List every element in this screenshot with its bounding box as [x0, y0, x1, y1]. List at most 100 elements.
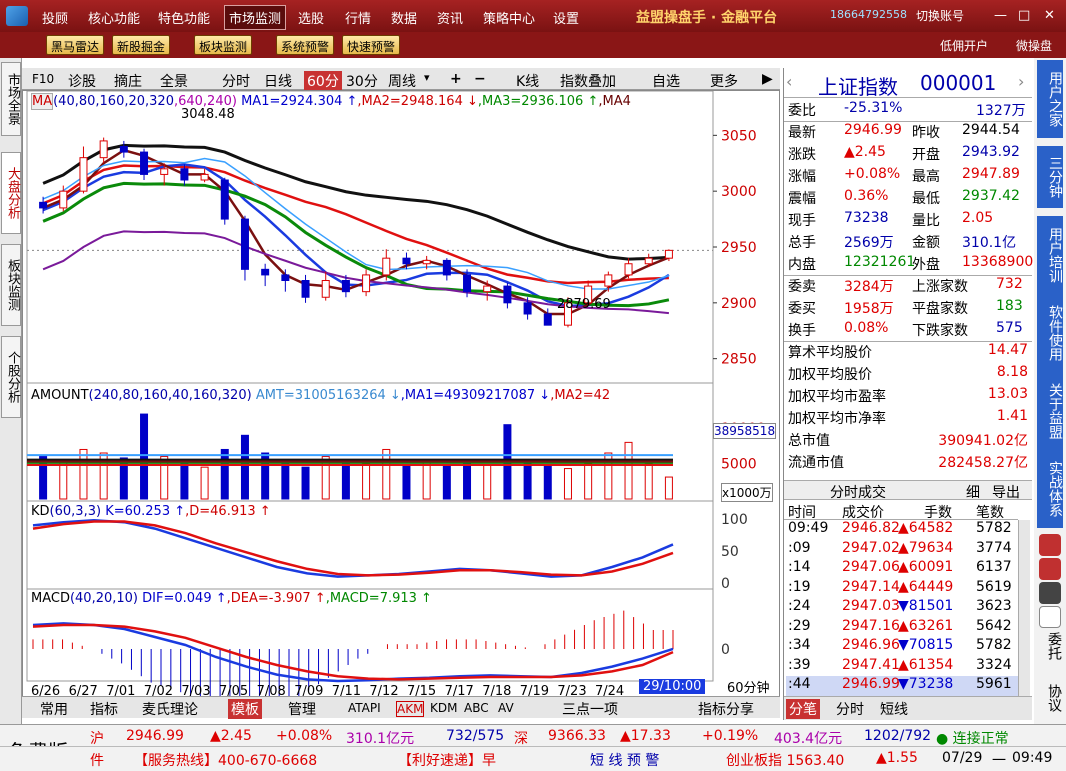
menu-item-core[interactable]: 核心功能: [88, 8, 140, 27]
quick-alert-button[interactable]: 快速预警: [342, 35, 401, 55]
kdm-tab[interactable]: KDM: [430, 701, 457, 715]
ticks-tab[interactable]: 分时成交: [830, 482, 886, 502]
av-tab[interactable]: AV: [498, 701, 514, 715]
indicator-share-tab[interactable]: 指标分享: [698, 699, 754, 719]
gear-icon[interactable]: [1039, 582, 1061, 604]
menu-item-news[interactable]: 资讯: [437, 8, 463, 27]
tick-row[interactable]: :44 2946.99 ▼73238 5961: [786, 676, 1018, 698]
quote-value: 1958万: [844, 301, 894, 317]
f10-button[interactable]: F10: [32, 72, 54, 86]
kd-line: [32, 519, 674, 578]
nav-user-home[interactable]: 用户之家: [1037, 60, 1063, 138]
tab-ticks[interactable]: 分笔: [786, 699, 820, 719]
service-hotline: 【服务热线】400-670-6668: [134, 753, 318, 769]
collapse-icon[interactable]: ▶: [762, 71, 773, 87]
alert-icon[interactable]: [1039, 534, 1061, 556]
quote-value: 13368900: [962, 254, 1034, 270]
tab-timeshare[interactable]: 分时: [836, 699, 864, 719]
manage-tab[interactable]: 管理: [288, 699, 316, 719]
sector-monitor-button[interactable]: 板块监测: [194, 35, 253, 55]
zoom-in-button[interactable]: +: [450, 71, 462, 87]
chevron-down-icon[interactable]: ▾: [424, 71, 430, 84]
candle-body: [604, 274, 613, 287]
menu-item-advisor[interactable]: 投顾: [42, 8, 68, 27]
dark-horse-radar-button[interactable]: 黑马雷达: [46, 35, 105, 55]
ma-selector[interactable]: MA: [31, 93, 54, 110]
amount-bar: [220, 448, 229, 500]
tab-sector-monitor[interactable]: 板块监测: [1, 244, 21, 326]
prev-arrow-icon[interactable]: ‹: [786, 72, 792, 91]
search-icon[interactable]: [1039, 606, 1061, 628]
akm-tab[interactable]: AKM: [396, 701, 425, 717]
new-stock-button[interactable]: 新股掘金: [112, 35, 171, 55]
daily-button[interactable]: 日线: [264, 71, 292, 91]
kd-selector[interactable]: KD: [31, 504, 50, 519]
detail-tab[interactable]: 细: [966, 482, 980, 502]
nav-about[interactable]: 关于益盟: [1037, 372, 1063, 450]
system-alert-button[interactable]: 系统预警: [276, 35, 335, 55]
quote-label: 现手: [788, 213, 816, 229]
abc-tab[interactable]: ABC: [464, 701, 489, 715]
menu-item-data[interactable]: 数据: [391, 8, 417, 27]
open-account-link[interactable]: 低佣开户: [940, 37, 988, 54]
tab-stock-analysis[interactable]: 个股分析: [1, 336, 21, 418]
quote-label: 加权平均市盈率: [788, 389, 886, 405]
atapi-tab[interactable]: ATAPI: [348, 701, 381, 715]
amount-selector[interactable]: AMOUNT: [31, 388, 89, 403]
fire-icon[interactable]: [1039, 558, 1061, 580]
common-tab[interactable]: 常用: [40, 699, 68, 719]
intraday-button[interactable]: 分时: [222, 71, 250, 91]
period-30min-button[interactable]: 30分: [346, 71, 378, 91]
indicator-tab[interactable]: 指标: [90, 699, 118, 719]
trade-link[interactable]: 委托: [1038, 632, 1062, 660]
quote-value: 2946.99: [844, 122, 902, 138]
candle-body: [180, 168, 189, 181]
nav-software-usage[interactable]: 软件使用: [1037, 294, 1063, 372]
weekly-button[interactable]: 周线: [388, 71, 416, 91]
quote-row: 最新 2946.99 昨收 2944.54: [786, 122, 1030, 144]
y-tick-label: 50: [721, 544, 739, 560]
index-overlay-button[interactable]: 指数叠加: [560, 71, 616, 91]
tab-market-panorama[interactable]: 市场全景: [1, 62, 21, 136]
menu-item-strategy[interactable]: 策略中心: [483, 8, 535, 27]
agreement-link[interactable]: 协议: [1038, 684, 1062, 712]
kline-button[interactable]: K线: [516, 71, 539, 91]
nav-three-minutes[interactable]: 三分钟: [1037, 146, 1063, 208]
mai-theory-tab[interactable]: 麦氏理论: [142, 699, 198, 719]
candle-body: [240, 218, 249, 270]
short-term-warning[interactable]: 短 线 预 警: [590, 750, 659, 770]
news-ticker[interactable]: 【利好速递】早: [398, 750, 496, 770]
nav-practice[interactable]: 实战体系: [1037, 450, 1063, 528]
zoom-out-button[interactable]: −: [474, 71, 486, 87]
tab-short-term[interactable]: 短线: [880, 699, 908, 719]
menu-item-market-monitor[interactable]: 市场监测: [224, 5, 287, 30]
export-tab[interactable]: 导出: [992, 482, 1020, 502]
watchlist-button[interactable]: 自选: [652, 71, 680, 91]
nav-user-training[interactable]: 用户培训: [1037, 216, 1063, 294]
zhuang-button[interactable]: 摘庄: [114, 71, 142, 91]
minimize-button[interactable]: —: [994, 8, 1007, 23]
close-button[interactable]: ✕: [1044, 8, 1055, 23]
macd-selector[interactable]: MACD: [31, 591, 70, 606]
more-button[interactable]: 更多: [710, 71, 738, 91]
switch-account-link[interactable]: 切换账号: [916, 7, 964, 24]
candle-body: [261, 268, 270, 276]
three-points-tab[interactable]: 三点一项: [562, 699, 618, 719]
candle-body: [664, 249, 673, 259]
menu-item-special[interactable]: 特色功能: [158, 8, 210, 27]
candle-body: [442, 259, 451, 276]
micro-trade-link[interactable]: 微操盘: [1016, 37, 1052, 54]
period-60min-button[interactable]: 60分: [304, 71, 342, 91]
menu-item-quotes[interactable]: 行情: [345, 8, 371, 27]
template-tab[interactable]: 模板: [228, 699, 262, 719]
menu-item-stock-pick[interactable]: 选股: [298, 8, 324, 27]
tab-index-analysis[interactable]: 大盘分析: [1, 152, 21, 234]
diagnose-button[interactable]: 诊股: [68, 71, 96, 91]
menu-item-settings[interactable]: 设置: [553, 8, 579, 27]
panorama-button[interactable]: 全景: [160, 71, 188, 91]
ticks-scrollbar[interactable]: [1018, 520, 1030, 696]
tick-time: :09: [788, 539, 811, 556]
next-arrow-icon[interactable]: ›: [1018, 72, 1024, 91]
chart-area[interactable]: 30503000295029002850 100005000 100500 0 …: [22, 90, 780, 700]
maximize-button[interactable]: □: [1018, 8, 1030, 23]
